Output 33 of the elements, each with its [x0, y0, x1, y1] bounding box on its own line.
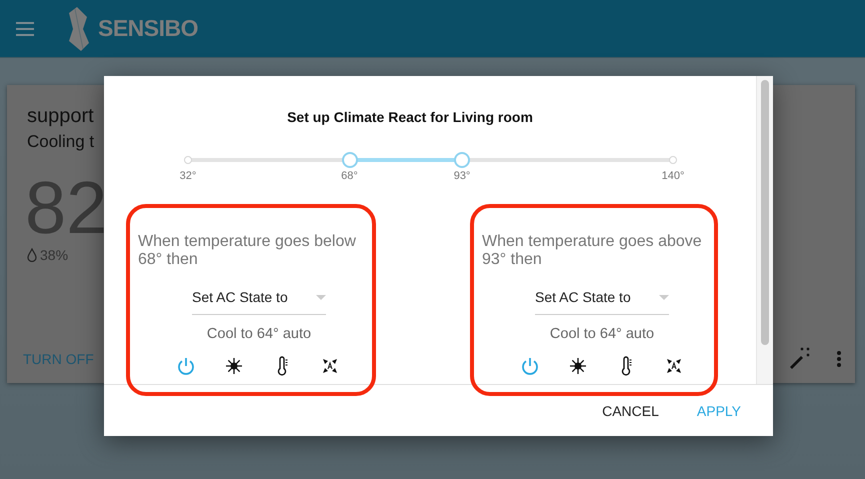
action-dropdown[interactable]: Set AC State to [192, 289, 326, 315]
device-status: Cooling t [27, 132, 94, 152]
snowflake-icon[interactable] [568, 356, 588, 376]
menu-icon[interactable] [16, 22, 34, 36]
device-name: support [27, 105, 94, 128]
power-icon[interactable] [176, 356, 196, 376]
droplet-icon [27, 248, 37, 262]
humidity-reading: 38% [40, 247, 68, 263]
range-label: 140° [662, 170, 684, 182]
thumb-label: 93° [454, 170, 470, 182]
brand-name: SENSIBO [98, 15, 198, 42]
scrollbar[interactable] [756, 76, 773, 384]
slider-thumb[interactable] [342, 152, 358, 168]
dialog-title: Set up Climate React for Living room [286, 109, 534, 125]
caret-icon [659, 294, 669, 300]
ac-state-text: Cool to 64° auto [548, 326, 656, 342]
slider-end-dot [669, 156, 677, 164]
more-icon[interactable] [836, 350, 842, 368]
cancel-button[interactable]: CANCEL [600, 398, 661, 422]
range-label: 32° [180, 170, 196, 182]
action-dropdown[interactable]: Set AC State to [535, 289, 669, 315]
fan-icon[interactable] [320, 356, 340, 376]
logo-icon [66, 6, 90, 50]
snowflake-icon[interactable] [224, 356, 244, 376]
slider-thumb[interactable] [454, 152, 470, 168]
caret-icon [316, 294, 326, 300]
thumb-label: 68° [341, 170, 358, 182]
power-icon[interactable] [520, 356, 540, 376]
rule-condition: When temperature goes above 93° then [482, 233, 703, 269]
slider-end-dot [184, 156, 192, 164]
fan-icon[interactable] [664, 356, 684, 376]
rule-condition: When temperature goes below 68° then [138, 233, 357, 269]
ac-state-text: Cool to 64° auto [206, 326, 312, 342]
